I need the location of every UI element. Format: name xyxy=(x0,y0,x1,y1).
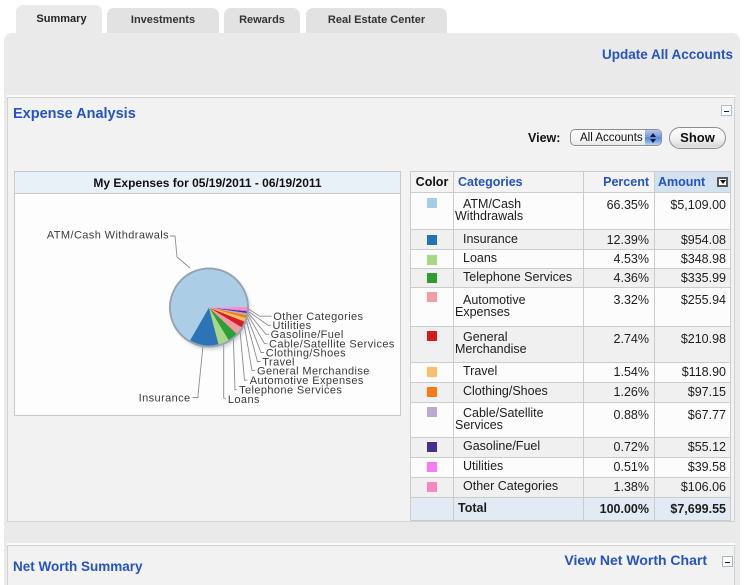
svg-text:ATM/Cash Withdrawals: ATM/Cash Withdrawals xyxy=(47,230,169,242)
svg-text:Loans: Loans xyxy=(228,394,260,406)
svg-text:Insurance: Insurance xyxy=(139,392,191,404)
